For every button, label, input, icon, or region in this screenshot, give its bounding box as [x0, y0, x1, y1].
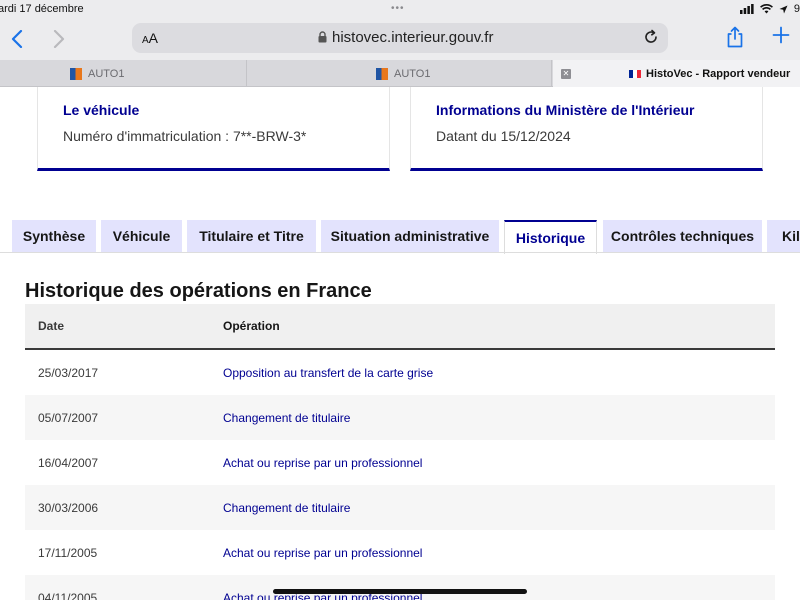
row-date: 05/07/2007 [38, 410, 99, 425]
row-operation: Changement de titulaire [223, 500, 351, 515]
row-date: 17/11/2005 [38, 545, 98, 560]
report-tabs: Synthèse Véhicule Titulaire et Titre Sit… [0, 220, 800, 254]
row-operation: Achat ou reprise par un professionnel [223, 455, 423, 470]
tab-historique[interactable]: Historique [504, 220, 597, 254]
tab-label: HistoVec - Rapport vendeur [646, 67, 791, 80]
history-title: Historique des opérations en France [25, 280, 372, 302]
auto1-favicon-icon [376, 67, 388, 80]
browser-tab-auto1-second[interactable]: AUTO1 [248, 60, 552, 87]
status-bar: ardi 17 décembre ••• 9 [0, 0, 800, 20]
location-icon [779, 5, 788, 13]
row-operation: Achat ou reprise par un professionnel [223, 545, 423, 560]
plus-icon [772, 26, 790, 44]
reload-icon[interactable] [642, 28, 660, 46]
aa-large: A [148, 30, 159, 46]
data-date: Datant du 15/12/2024 [436, 128, 571, 144]
history-table: Date Opération 25/03/2017 Opposition au … [25, 304, 775, 600]
row-operation: Opposition au transfert de la carte gris… [223, 365, 434, 380]
row-date: 16/04/2007 [38, 455, 99, 470]
table-row: 04/11/2005 Achat ou reprise par un profe… [25, 575, 775, 600]
aa-small: A [142, 35, 149, 46]
table-row: 16/04/2007 Achat ou reprise par un profe… [25, 440, 775, 485]
new-tab-button[interactable] [772, 26, 790, 49]
table-header: Date Opération [25, 304, 775, 350]
tab-vehicule[interactable]: Véhicule [101, 220, 182, 252]
tab-controles-techniques[interactable]: Contrôles techniques [603, 220, 762, 252]
close-tab-icon[interactable]: ✕ [561, 68, 571, 79]
status-icons: 9 [739, 3, 800, 15]
browser-tab-auto1-first[interactable]: AUTO1 [0, 60, 247, 87]
row-date: 04/11/2005 [38, 590, 98, 600]
tab-synthese[interactable]: Synthèse [12, 220, 96, 252]
tab-titulaire-titre[interactable]: Titulaire et Titre [187, 220, 316, 252]
registration-number: Numéro d'immatriculation : 7**-BRW-3* [63, 128, 307, 144]
header-date: Date [38, 319, 65, 333]
lock-icon [318, 31, 327, 43]
reader-text-size-button[interactable]: AA [142, 30, 158, 46]
header-operation: Opération [223, 319, 280, 333]
status-time: ardi 17 décembre [0, 3, 84, 15]
vehicle-card: Le véhicule Numéro d'immatriculation : 7… [37, 87, 390, 171]
tab-label: AUTO1 [88, 67, 125, 80]
auto1-favicon-icon [70, 67, 82, 80]
forward-button[interactable] [48, 28, 70, 50]
tab-kilometrage[interactable]: Kilo [767, 220, 800, 252]
battery-percent: 9 [793, 3, 800, 15]
signal-icon [739, 4, 754, 14]
tabs-divider [0, 252, 800, 253]
table-row: 05/07/2007 Changement de titulaire [25, 395, 775, 440]
vehicle-card-title: Le véhicule [63, 102, 140, 118]
table-row: 30/03/2006 Changement de titulaire [25, 485, 775, 530]
wifi-icon [759, 4, 773, 14]
row-date: 25/03/2017 [38, 365, 99, 380]
tab-label: AUTO1 [394, 67, 431, 80]
address-bar[interactable]: AA histovec.interieur.gouv.fr [132, 23, 668, 53]
home-indicator[interactable] [273, 589, 527, 594]
chevron-left-icon [11, 30, 23, 48]
row-operation: Changement de titulaire [223, 410, 351, 425]
share-icon [727, 26, 743, 48]
url-text: histovec.interieur.gouv.fr [332, 29, 494, 46]
french-flag-favicon-icon [629, 69, 641, 78]
browser-toolbar: AA histovec.interieur.gouv.fr [0, 20, 800, 60]
ministry-card: Informations du Ministère de l'Intérieur… [410, 87, 763, 171]
table-row: 17/11/2005 Achat ou reprise par un profe… [25, 530, 775, 575]
table-body: 25/03/2017 Opposition au transfert de la… [25, 350, 775, 600]
browser-tab-histovec[interactable]: ✕ HistoVec - Rapport vendeur [553, 60, 800, 87]
table-row: 25/03/2017 Opposition au transfert de la… [25, 350, 775, 395]
ministry-card-title: Informations du Ministère de l'Intérieur [436, 102, 695, 118]
row-date: 30/03/2006 [38, 500, 99, 515]
multitasking-dots[interactable]: ••• [391, 3, 405, 14]
share-button[interactable] [726, 26, 744, 53]
chevron-right-icon [53, 30, 65, 48]
browser-tab-bar: AUTO1 AUTO1 ✕ HistoVec - Rapport vendeur [0, 60, 800, 87]
tab-situation-administrative[interactable]: Situation administrative [321, 220, 499, 252]
back-button[interactable] [6, 28, 28, 50]
